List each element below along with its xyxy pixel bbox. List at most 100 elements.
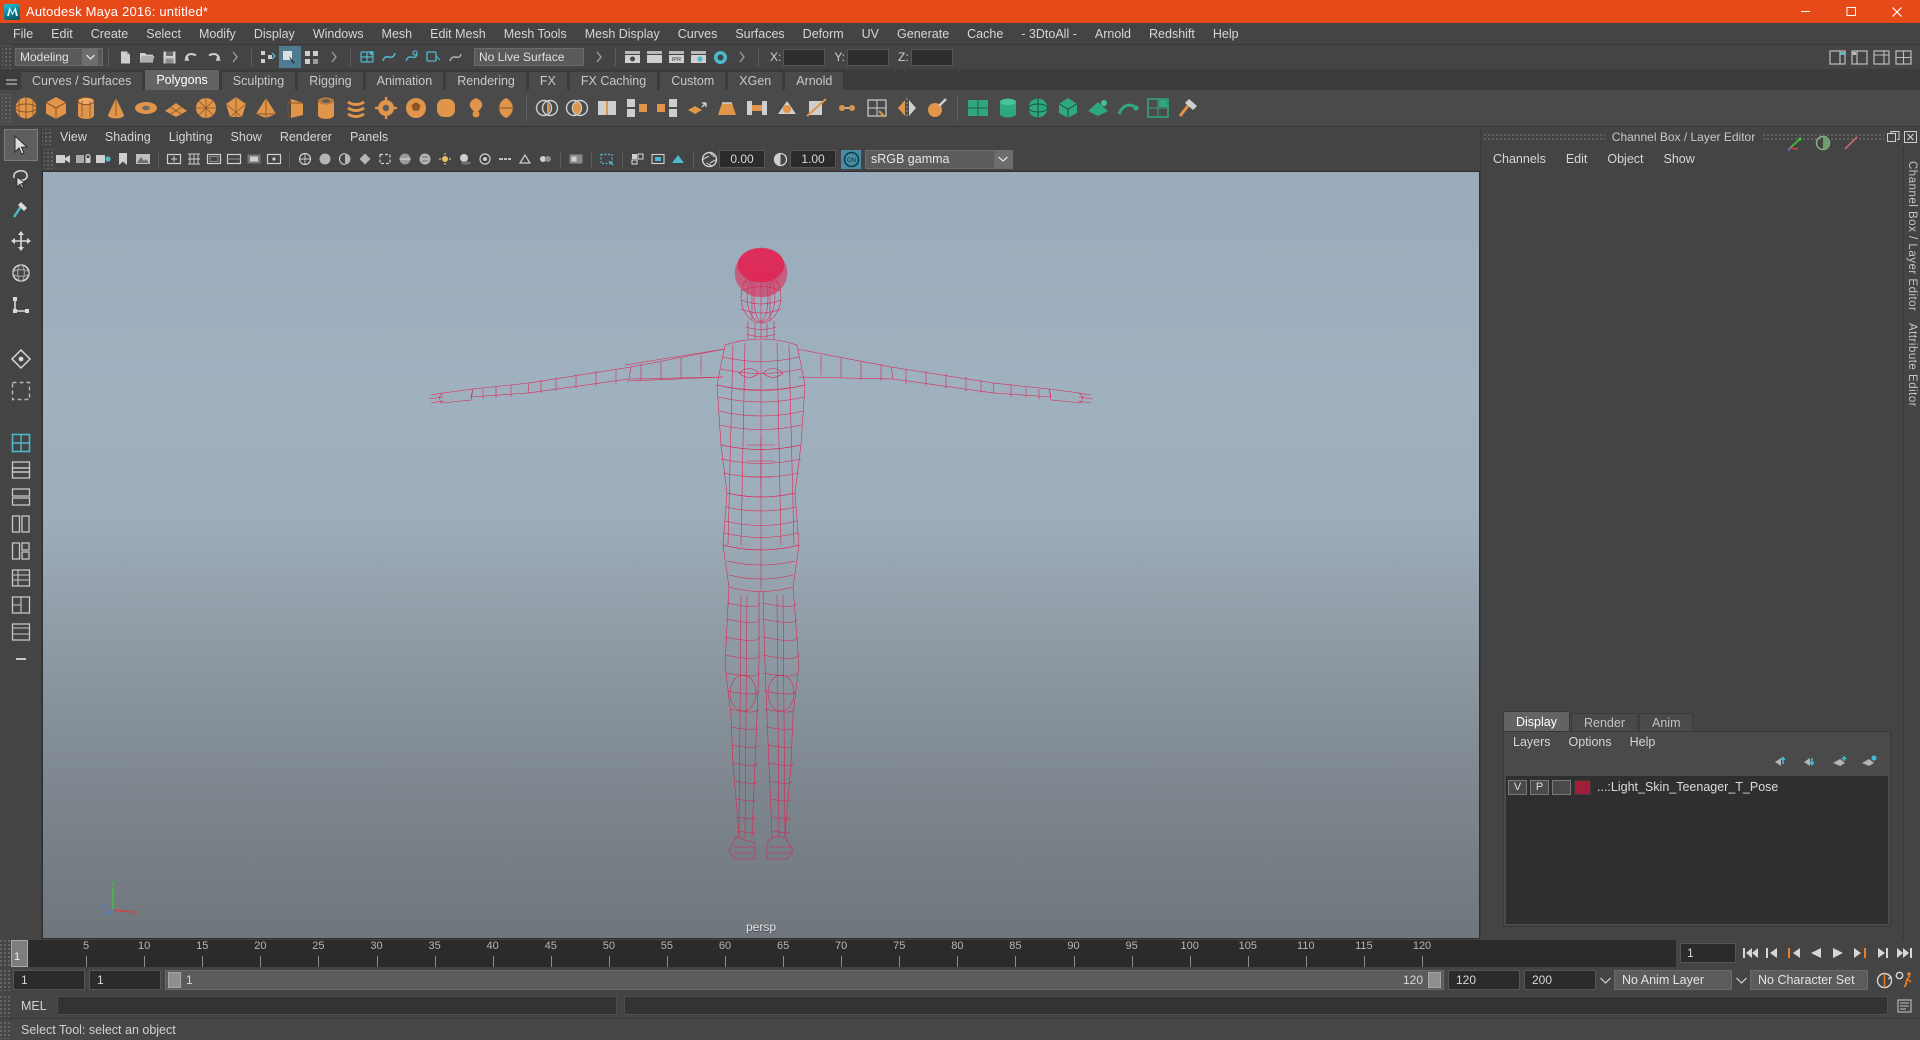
image-based-lighting-icon[interactable] xyxy=(628,149,648,169)
time-slider-grip[interactable] xyxy=(0,939,11,967)
motion-blur-icon[interactable] xyxy=(495,149,515,169)
render-settings-icon[interactable] xyxy=(687,46,709,68)
select-tool[interactable] xyxy=(3,129,38,161)
menu-windows[interactable]: Windows xyxy=(304,23,373,45)
poly-cone-icon[interactable] xyxy=(101,92,131,124)
animation-preferences-icon[interactable] xyxy=(1894,970,1914,990)
layer-tab-render[interactable]: Render xyxy=(1571,713,1638,731)
step-forward-frame-icon[interactable] xyxy=(1872,943,1892,963)
snap-grid-icon[interactable] xyxy=(356,46,378,68)
smooth-shade-selected-icon[interactable] xyxy=(335,149,355,169)
menu-cache[interactable]: Cache xyxy=(958,23,1012,45)
multisample-anti-aliasing-icon[interactable] xyxy=(515,149,535,169)
menu-redshift[interactable]: Redshift xyxy=(1140,23,1204,45)
menu-uv[interactable]: UV xyxy=(853,23,888,45)
shadows-icon[interactable] xyxy=(455,149,475,169)
viewport-render-region-icon[interactable] xyxy=(648,149,668,169)
live-surface-chevron-icon[interactable] xyxy=(588,46,610,68)
menu-mesh-tools[interactable]: Mesh Tools xyxy=(495,23,576,45)
layer-visibility-toggle[interactable]: V xyxy=(1508,779,1527,795)
move-layer-up-icon[interactable] xyxy=(1774,755,1791,771)
playback-end-field[interactable]: 120 xyxy=(1448,970,1520,990)
side-tab-attribute-editor[interactable]: Attribute Editor xyxy=(1906,317,1918,413)
tool-settings-icon[interactable] xyxy=(1843,135,1859,154)
camera-attributes-icon[interactable] xyxy=(93,149,113,169)
render-view-icon[interactable] xyxy=(621,46,643,68)
go-to-start-icon[interactable] xyxy=(1740,943,1760,963)
move-tool[interactable] xyxy=(5,226,37,256)
poly-gear-icon[interactable] xyxy=(371,92,401,124)
ipr-render-icon[interactable]: IPR xyxy=(665,46,687,68)
shelf-tab-rigging[interactable]: Rigging xyxy=(297,71,364,90)
single-perspective-layout[interactable] xyxy=(6,430,36,456)
hypershade-icon[interactable] xyxy=(709,46,731,68)
human-t-pose-wireframe[interactable] xyxy=(43,172,1479,938)
three-split-left-layout[interactable] xyxy=(6,538,36,564)
command-output[interactable] xyxy=(623,996,1888,1015)
selection-mask-chevron-icon[interactable] xyxy=(224,46,246,68)
viewport-menu-view[interactable]: View xyxy=(51,126,96,148)
channel-box-menu-edit[interactable]: Edit xyxy=(1556,148,1598,170)
shelf-tab-polygons[interactable]: Polygons xyxy=(144,69,220,90)
poly-cube-icon[interactable] xyxy=(41,92,71,124)
undo-icon[interactable] xyxy=(180,46,202,68)
separate-icon[interactable] xyxy=(652,92,682,124)
sidebar-channel-box-icon[interactable] xyxy=(1870,46,1892,68)
move-layer-down-icon[interactable] xyxy=(1803,755,1820,771)
menu-set-dropdown[interactable]: Modeling xyxy=(15,48,103,66)
render-chevron-icon[interactable] xyxy=(731,46,753,68)
layer-playback-toggle[interactable]: P xyxy=(1530,779,1549,795)
two-stacked-layout[interactable] xyxy=(6,484,36,510)
menu-display[interactable]: Display xyxy=(245,23,304,45)
sidebar-layout-icon[interactable] xyxy=(1892,46,1914,68)
shelf-tab-sculpting[interactable]: Sculpting xyxy=(220,71,297,90)
range-start-handle[interactable] xyxy=(168,972,181,988)
menu-help[interactable]: Help xyxy=(1204,23,1248,45)
layer-color-swatch[interactable] xyxy=(1574,779,1591,795)
menu-mesh-display[interactable]: Mesh Display xyxy=(576,23,669,45)
new-layer-from-selected-icon[interactable] xyxy=(1861,755,1878,771)
poly-cylinder-icon[interactable] xyxy=(71,92,101,124)
uv-editor-icon[interactable] xyxy=(1143,92,1173,124)
booleans-union-icon[interactable] xyxy=(532,92,562,124)
use-all-lights-icon[interactable] xyxy=(435,149,455,169)
layer-name[interactable]: ...:Light_Skin_Teenager_T_Pose xyxy=(1597,780,1778,794)
channel-box-menu-show[interactable]: Show xyxy=(1654,148,1705,170)
poly-helix-icon[interactable] xyxy=(341,92,371,124)
wireframe-shading-icon[interactable] xyxy=(295,149,315,169)
gamma-field[interactable]: 1.00 xyxy=(790,150,836,168)
uv-contour-stretch-icon[interactable] xyxy=(1113,92,1143,124)
menu-deform[interactable]: Deform xyxy=(794,23,853,45)
redo-icon[interactable] xyxy=(202,46,224,68)
textured-icon[interactable] xyxy=(415,149,435,169)
character-set-dropdown[interactable]: No Character Set xyxy=(1750,970,1868,990)
shelf-tab-animation[interactable]: Animation xyxy=(364,71,445,90)
outliner-persp-layout[interactable] xyxy=(6,565,36,591)
command-input[interactable] xyxy=(56,996,617,1015)
layer-menu-help[interactable]: Help xyxy=(1621,731,1665,753)
target-weld-icon[interactable] xyxy=(832,92,862,124)
shelf-tab-rendering[interactable]: Rendering xyxy=(445,71,527,90)
new-scene-icon[interactable] xyxy=(114,46,136,68)
poly-pipe-icon[interactable] xyxy=(311,92,341,124)
multi-cut-icon[interactable] xyxy=(802,92,832,124)
quad-draw-icon[interactable] xyxy=(862,92,892,124)
side-tab-channel-box[interactable]: Channel Box / Layer Editor xyxy=(1906,155,1918,317)
time-slider[interactable]: 1 5 10 15 20 25 30 35 40 45 50 55 60 65 70 75 80 85 90 95 1… xyxy=(11,939,1676,967)
gamma-icon[interactable] xyxy=(770,149,790,169)
channel-box-menu-object[interactable]: Object xyxy=(1597,148,1653,170)
menu-arnold[interactable]: Arnold xyxy=(1086,23,1140,45)
range-start-field[interactable]: 1 xyxy=(13,970,85,990)
close-dock-button[interactable] xyxy=(1903,130,1918,144)
smooth-icon[interactable] xyxy=(772,92,802,124)
combine-icon[interactable] xyxy=(622,92,652,124)
close-button[interactable] xyxy=(1874,0,1920,23)
anim-layer-chevron-icon[interactable] xyxy=(1596,970,1614,990)
bounding-box-icon[interactable] xyxy=(375,149,395,169)
poly-pyramid-icon[interactable] xyxy=(251,92,281,124)
four-view-layout[interactable] xyxy=(6,457,36,483)
step-back-key-icon[interactable] xyxy=(1784,943,1804,963)
range-grip[interactable] xyxy=(0,969,11,991)
viewport-menu-lighting[interactable]: Lighting xyxy=(160,126,222,148)
menu-select[interactable]: Select xyxy=(137,23,190,45)
